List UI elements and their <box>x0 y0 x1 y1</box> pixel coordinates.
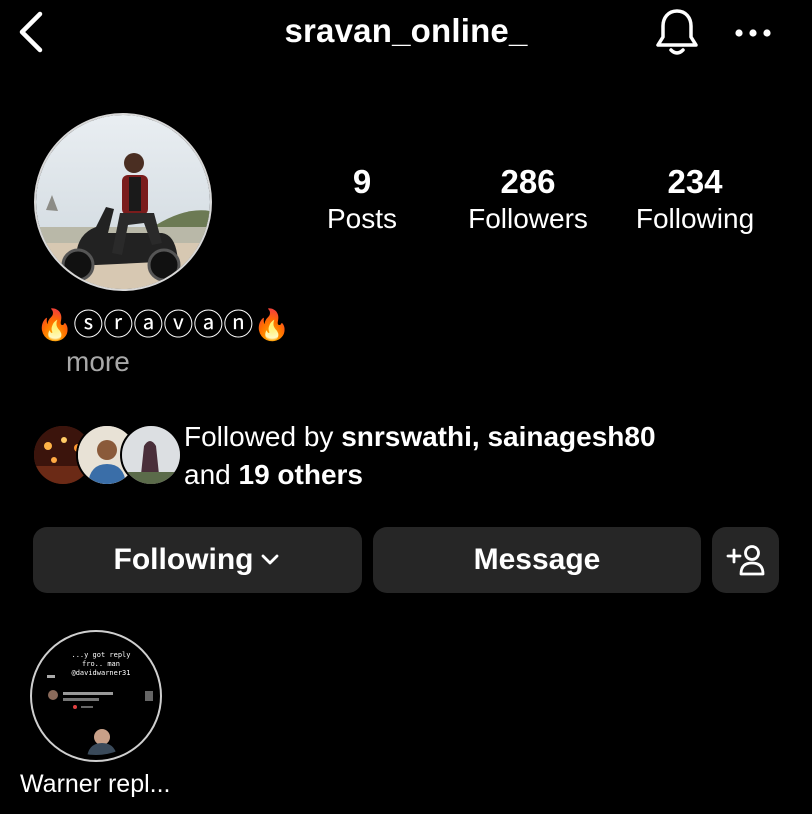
chevron-down-icon <box>262 554 279 565</box>
followed-by-others: 19 others <box>238 459 364 490</box>
following-label: Following <box>635 203 755 234</box>
followed-by-and: and <box>184 459 239 490</box>
followed-by-prefix: Followed by <box>184 421 342 452</box>
more-horizontal-icon <box>735 29 771 37</box>
profile-avatar[interactable] <box>34 113 212 291</box>
mutual-followers-avatars[interactable] <box>32 424 182 486</box>
more-options-button[interactable] <box>732 18 774 48</box>
followers-count[interactable]: 286 Followers <box>453 164 603 238</box>
followed-by-names: snrswathi, sainagesh80 <box>341 421 656 452</box>
add-user-icon <box>726 545 764 576</box>
followers-label: Followers <box>468 203 588 234</box>
bell-icon <box>656 9 698 55</box>
story-highlight[interactable]: ...y got reply fro.. man @davidwarner31 <box>30 630 162 762</box>
following-value: 234 <box>667 163 723 200</box>
notifications-button[interactable] <box>652 6 702 58</box>
following-button[interactable]: Following <box>33 527 362 593</box>
message-button-label: Message <box>473 543 601 576</box>
posts-value: 9 <box>352 163 372 200</box>
bio-more-link[interactable]: more <box>66 346 130 378</box>
following-button-label: Following <box>113 543 254 576</box>
suggested-users-button[interactable] <box>712 527 779 593</box>
profile-photo <box>36 115 210 289</box>
message-button[interactable]: Message <box>373 527 701 593</box>
posts-count[interactable]: 9 Posts <box>287 164 437 238</box>
posts-label: Posts <box>326 203 398 234</box>
highlight-thumbnail: ...y got reply fro.. man @davidwarner31 <box>37 637 155 755</box>
mutual-avatar <box>120 424 182 486</box>
profile-bio: 🔥ⓢⓡⓐⓥⓐⓝ🔥 <box>36 309 291 342</box>
highlight-thumb-graphic <box>47 675 153 755</box>
highlight-label: Warner repl... <box>20 770 171 798</box>
followed-by-text[interactable]: Followed by snrswathi, sainagesh80 and 1… <box>184 418 656 494</box>
followers-value: 286 <box>500 163 556 200</box>
following-count[interactable]: 234 Following <box>620 164 770 238</box>
